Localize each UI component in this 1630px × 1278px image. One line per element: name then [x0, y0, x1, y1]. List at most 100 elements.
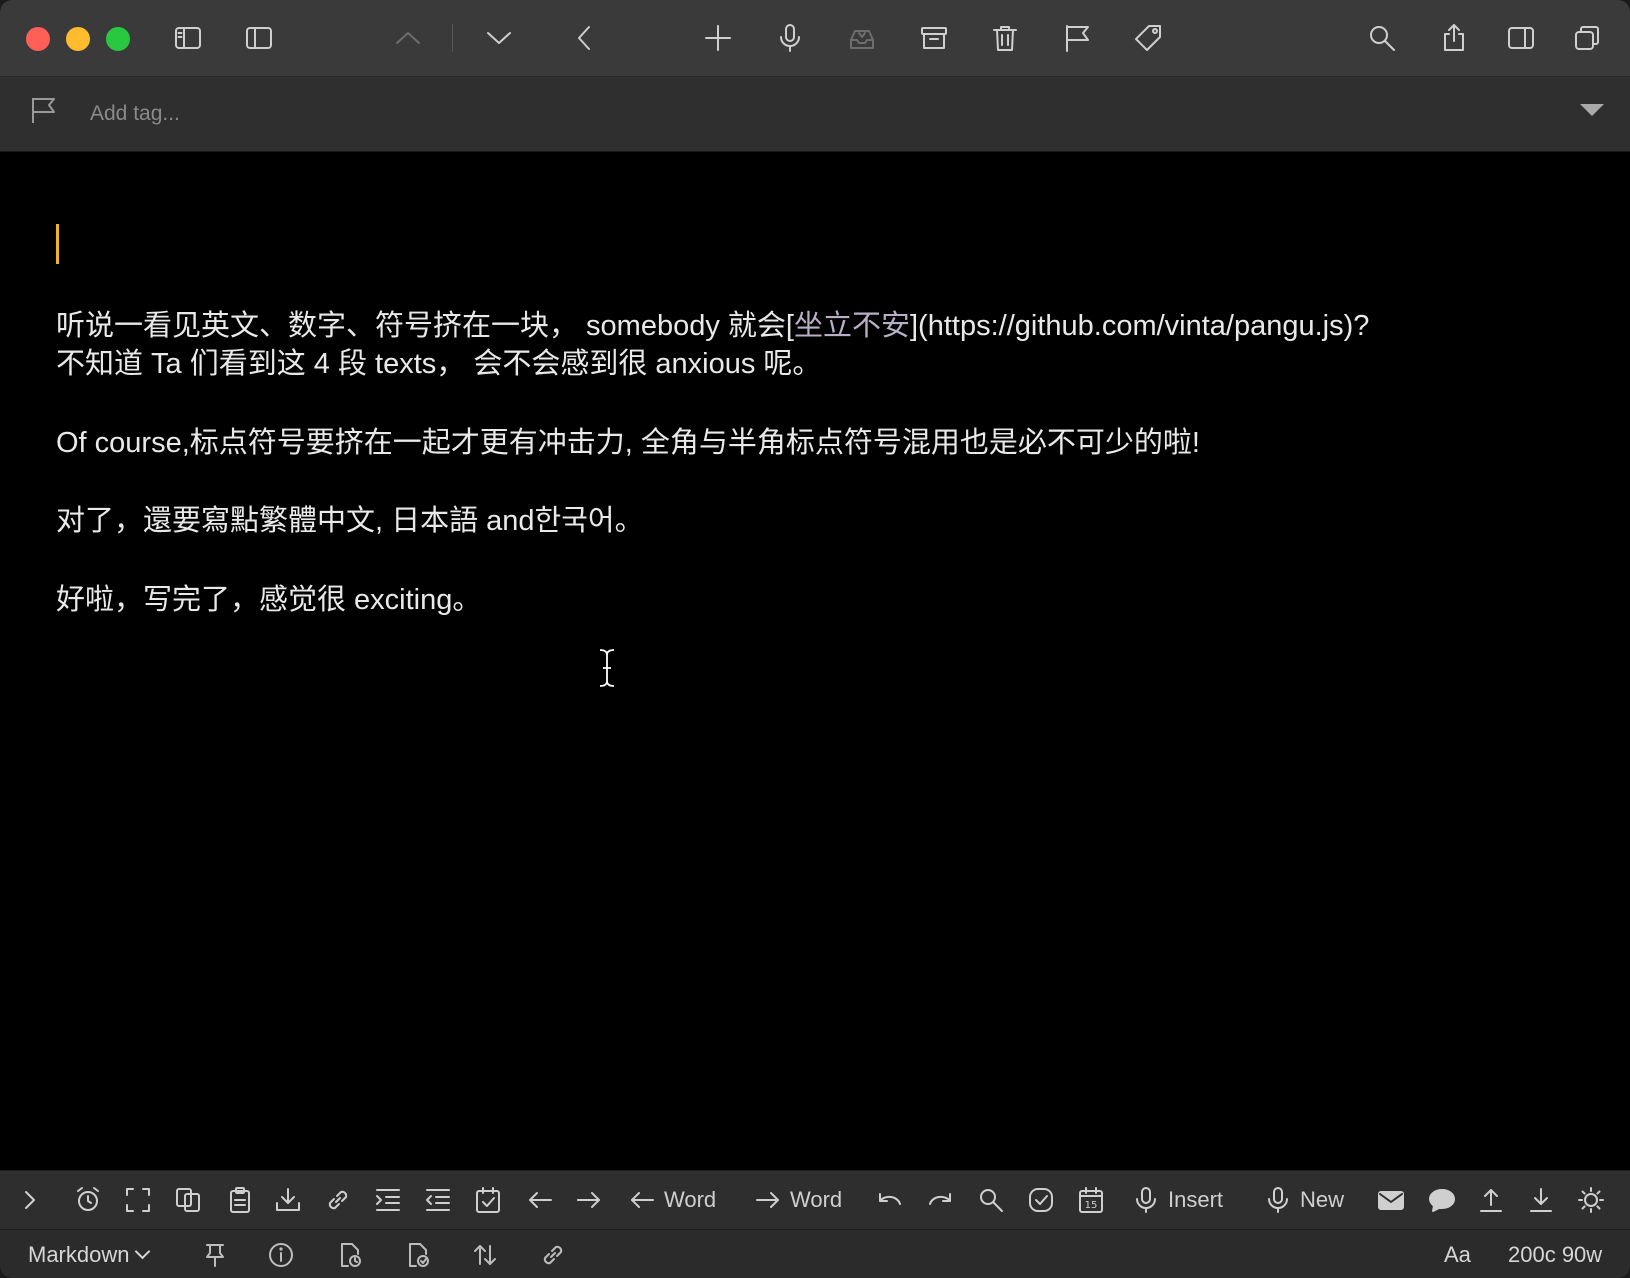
paste-button[interactable]: [226, 1171, 254, 1229]
title-bar: [0, 0, 1630, 77]
paragraph-4: 好啦，写完了，感觉很 exciting。: [56, 584, 482, 616]
toggle-inspector-button[interactable]: [1499, 18, 1543, 58]
markdown-link-url[interactable]: ](https://github.com/vinta/pangu.js)?: [910, 310, 1369, 342]
link-button[interactable]: [324, 1171, 352, 1229]
import-button[interactable]: [274, 1171, 302, 1229]
microphone-icon: [1268, 1187, 1288, 1213]
clipboard-icon: [230, 1187, 250, 1213]
status-bar: Markdown Aa 200c 90w: [0, 1229, 1630, 1278]
move-to-inbox-button[interactable]: [840, 18, 884, 58]
editor-mode-label: Markdown: [28, 1241, 130, 1267]
ibeam-cursor-icon: [599, 648, 615, 688]
editor-toolbar: Word Word 15 Insert New: [0, 1170, 1630, 1229]
previous-note-button[interactable]: [386, 18, 430, 58]
sidebar-icon: [175, 27, 201, 49]
reminder-button[interactable]: [74, 1171, 102, 1229]
chevron-down-icon: [487, 32, 511, 44]
redo-button[interactable]: [926, 1171, 954, 1229]
envelope-icon: [1378, 1191, 1404, 1210]
new-window-button[interactable]: [1565, 18, 1609, 58]
find-button[interactable]: [977, 1171, 1005, 1229]
upload-button[interactable]: [1477, 1171, 1505, 1229]
expand-toolbar-button[interactable]: [16, 1171, 44, 1229]
trash-icon: [993, 26, 1017, 51]
new-label: New: [1300, 1187, 1345, 1212]
alarm-clock-icon: [77, 1187, 99, 1211]
email-button[interactable]: [1377, 1171, 1405, 1229]
word-right-button[interactable]: Word: [754, 1171, 842, 1229]
task-button[interactable]: [1027, 1171, 1055, 1229]
copy-button[interactable]: [174, 1171, 202, 1229]
version-button[interactable]: [405, 1230, 431, 1278]
move-right-button[interactable]: [575, 1171, 603, 1229]
pin-icon: [206, 1243, 224, 1267]
undo-button[interactable]: [876, 1171, 904, 1229]
flag-button[interactable]: [1055, 18, 1099, 58]
microphone-icon: [780, 24, 800, 52]
word-left-button[interactable]: Word: [628, 1171, 716, 1229]
checklist-icon: [476, 1187, 500, 1213]
back-button[interactable]: [563, 18, 607, 58]
settings-button[interactable]: [1577, 1171, 1605, 1229]
history-button[interactable]: [337, 1230, 363, 1278]
download-button[interactable]: [1527, 1171, 1555, 1229]
font-label: Aa: [1444, 1241, 1471, 1267]
sort-button[interactable]: [472, 1230, 498, 1278]
paragraph-1-line-1: 听说一看见英文、数字、符号挤在一块， somebody 就会[坐立不安](htt…: [56, 307, 1369, 345]
toggle-note-list-button[interactable]: [237, 18, 281, 58]
indent-icon: [376, 1189, 400, 1211]
zoom-window-button[interactable]: [106, 27, 130, 51]
indent-button[interactable]: [374, 1171, 402, 1229]
font-settings-button[interactable]: Aa: [1444, 1230, 1471, 1278]
info-button[interactable]: [268, 1230, 294, 1278]
next-note-button[interactable]: [477, 18, 521, 58]
search-icon: [1370, 26, 1395, 51]
arrow-left-icon: [631, 1192, 654, 1208]
pin-button[interactable]: [202, 1230, 228, 1278]
focus-mode-button[interactable]: [124, 1171, 152, 1229]
note-editor[interactable]: 听说一看见英文、数字、符号挤在一块， somebody 就会[坐立不安](htt…: [0, 152, 1630, 1170]
message-button[interactable]: [1428, 1171, 1456, 1229]
word-count[interactable]: 200c 90w: [1508, 1230, 1602, 1278]
outdent-button[interactable]: [424, 1171, 452, 1229]
insert-date-button[interactable]: 15: [1077, 1171, 1105, 1229]
word-right-label: Word: [790, 1187, 843, 1212]
undo-icon: [879, 1193, 901, 1205]
archive-icon: [921, 27, 947, 49]
toggle-sidebar-button[interactable]: [166, 18, 210, 58]
sun-gear-icon: [1578, 1187, 1604, 1213]
dictate-new-button[interactable]: New: [1264, 1171, 1344, 1229]
backlinks-button[interactable]: [540, 1230, 566, 1278]
minimize-window-button[interactable]: [66, 27, 90, 51]
paragraph-1-text-a: 听说一看见英文、数字、符号挤在一块， somebody 就会[: [56, 310, 794, 342]
share-icon: [1444, 24, 1464, 51]
dictation-button[interactable]: [768, 18, 812, 58]
tag-flag-icon[interactable]: [28, 95, 62, 129]
link-icon: [543, 1245, 563, 1264]
tag-dropdown-chevron-icon[interactable]: [1580, 104, 1604, 116]
delete-button[interactable]: [983, 18, 1027, 58]
add-tag-input[interactable]: [88, 95, 1392, 133]
document-check-icon: [409, 1242, 429, 1267]
share-button[interactable]: [1432, 18, 1476, 58]
move-left-button[interactable]: [526, 1171, 554, 1229]
new-note-button[interactable]: [696, 18, 740, 58]
dictate-insert-button[interactable]: Insert: [1132, 1171, 1223, 1229]
svg-text:15: 15: [1085, 1200, 1098, 1211]
info-icon: [269, 1242, 293, 1267]
close-window-button[interactable]: [26, 27, 50, 51]
link-icon: [328, 1190, 348, 1210]
download-icon: [1530, 1188, 1552, 1212]
todo-button[interactable]: [474, 1171, 502, 1229]
arrow-left-icon: [529, 1192, 552, 1208]
right-panel-icon: [1508, 27, 1534, 49]
tag-icon: [1135, 25, 1161, 51]
markdown-link-text[interactable]: 坐立不安: [794, 310, 910, 342]
tag-button[interactable]: [1126, 18, 1170, 58]
archive-button[interactable]: [912, 18, 956, 58]
insert-label: Insert: [1168, 1187, 1224, 1212]
copy-icon: [176, 1188, 200, 1212]
search-button[interactable]: [1360, 18, 1404, 58]
speech-bubble-icon: [1429, 1189, 1455, 1212]
editor-mode-select[interactable]: Markdown: [28, 1230, 151, 1278]
